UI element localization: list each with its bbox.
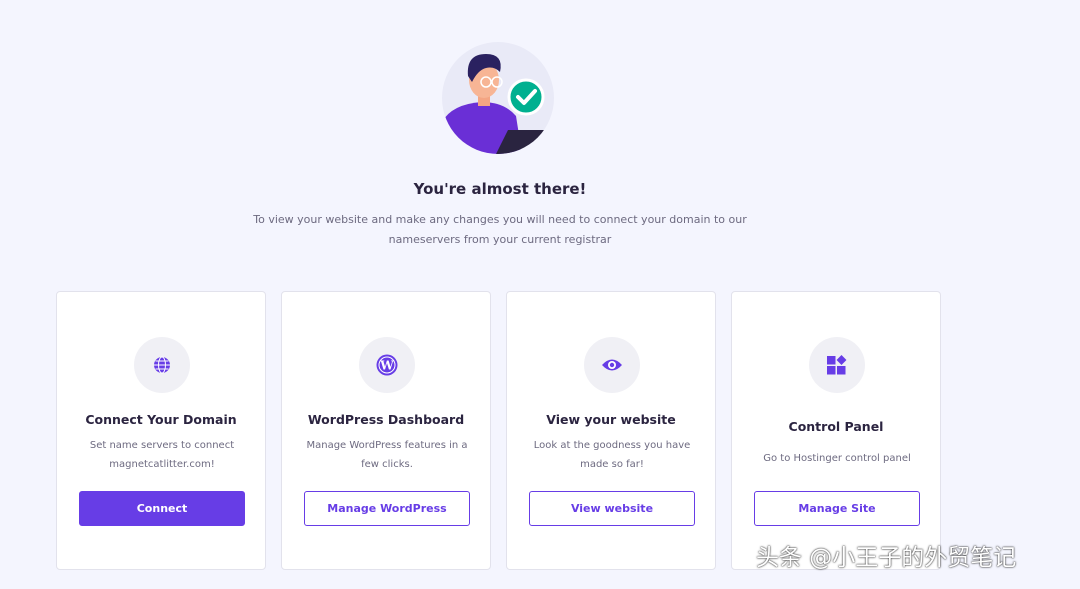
card-control-panel: Control Panel Go to Hostinger control pa… (731, 291, 941, 570)
eye-icon (584, 337, 640, 393)
card-title: WordPress Dashboard (307, 412, 465, 427)
manage-site-button[interactable]: Manage Site (754, 491, 920, 526)
hero-illustration (442, 42, 554, 154)
card-title: View your website (546, 412, 676, 427)
page-subtitle: To view your website and make any change… (253, 213, 747, 246)
card-description: Look at the goodness you have made so fa… (533, 440, 691, 470)
manage-wordpress-button[interactable]: Manage WordPress (304, 491, 470, 526)
control-panel-icon (809, 337, 865, 393)
connect-button[interactable]: Connect (79, 491, 245, 526)
card-view-website: View your website Look at the goodness y… (506, 291, 716, 570)
card-title: Control Panel (788, 419, 884, 434)
globe-icon (134, 337, 190, 393)
card-wordpress-dashboard: W WordPress Dashboard Manage WordPress f… (281, 291, 491, 570)
card-connect-domain: Connect Your Domain Set name servers to … (56, 291, 266, 570)
view-website-button[interactable]: View website (529, 491, 695, 526)
page-title: You're almost there! (413, 180, 587, 198)
wordpress-icon: W (359, 337, 415, 393)
card-description: Go to Hostinger control panel (763, 453, 911, 464)
card-description: Manage WordPress features in a few click… (306, 440, 468, 470)
card-title: Connect Your Domain (85, 412, 237, 427)
svg-text:W: W (379, 359, 394, 373)
watermark-text: 头条 @小王子的外贸笔记 (756, 545, 1017, 571)
card-description: Set name servers to connect magnetcatlit… (89, 440, 235, 470)
